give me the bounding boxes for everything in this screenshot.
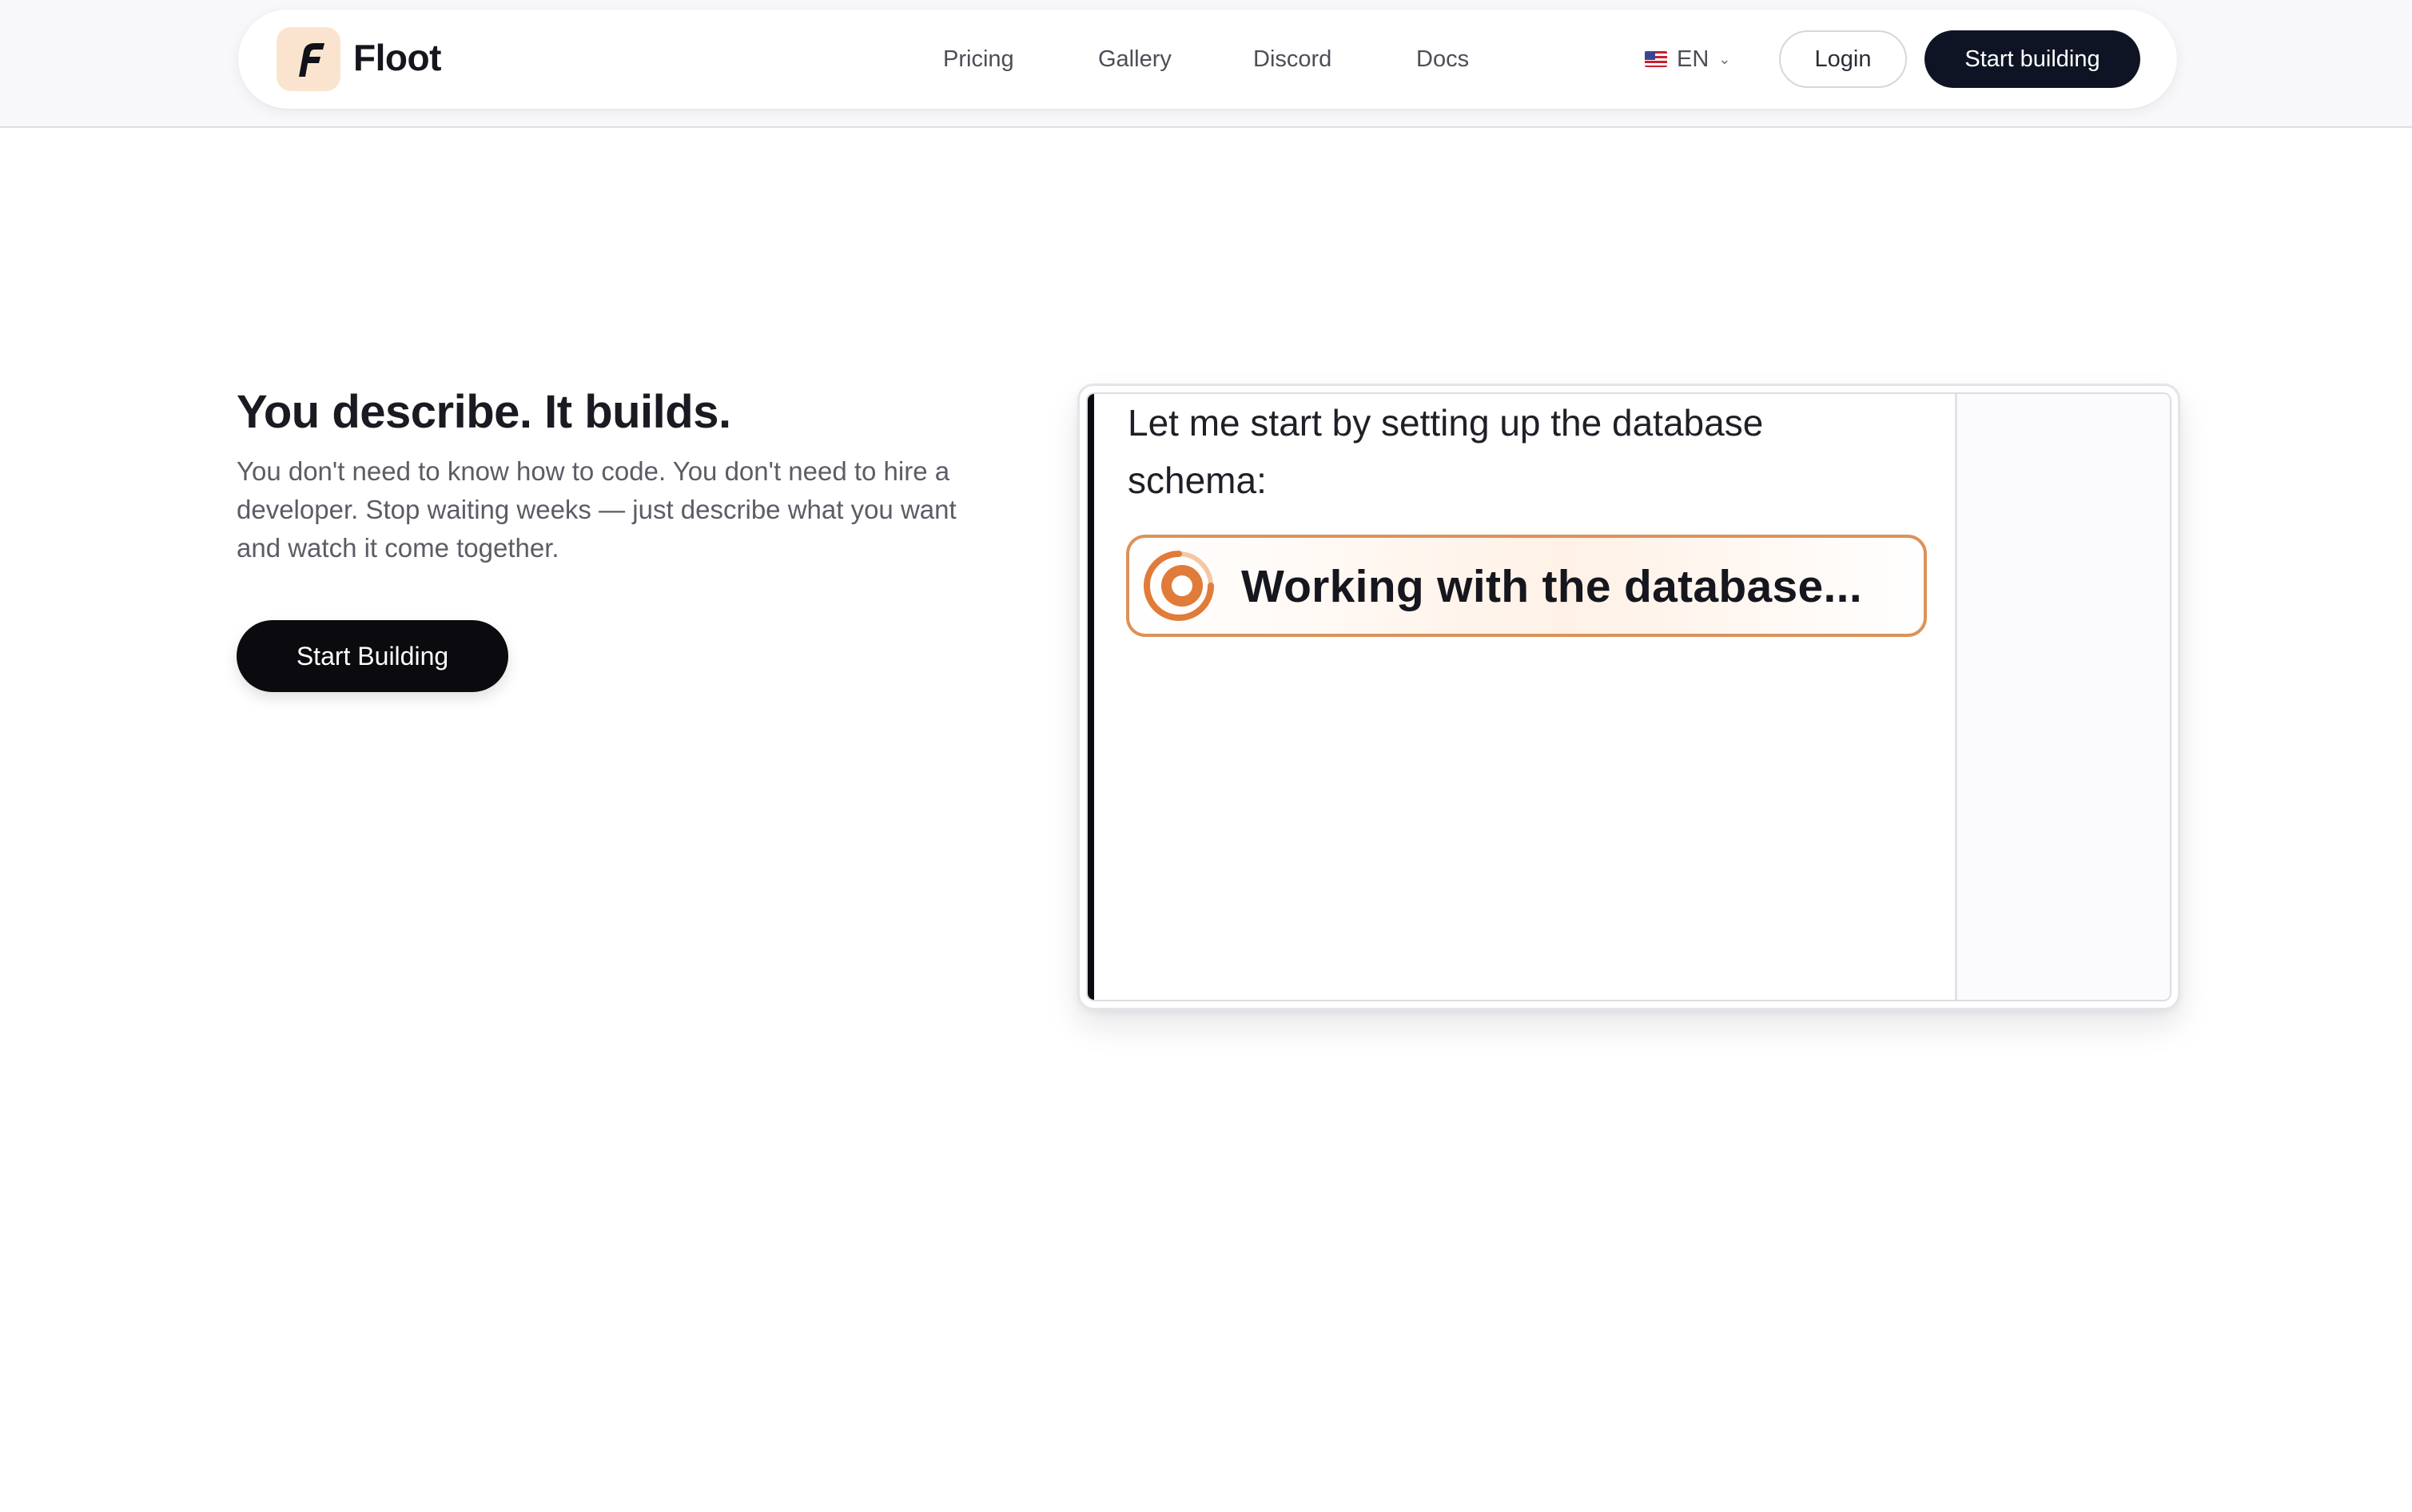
chevron-down-icon: ⌄: [1718, 50, 1731, 67]
start-building-hero-button[interactable]: Start Building: [237, 620, 508, 692]
language-label: EN: [1677, 46, 1709, 72]
demo-side-panel: [1955, 394, 2170, 1000]
header-band: Floot Pricing Gallery Discord Docs EN ⌄ …: [0, 0, 2412, 128]
demo-left-border: [1088, 394, 1094, 1000]
navbar: Floot Pricing Gallery Discord Docs EN ⌄ …: [238, 10, 2177, 109]
floot-logo-icon[interactable]: [277, 27, 340, 91]
status-text: Working with the database...: [1241, 561, 1862, 612]
login-button[interactable]: Login: [1779, 30, 1907, 88]
start-building-nav-button[interactable]: Start building: [1924, 30, 2140, 88]
nav-link-docs[interactable]: Docs: [1416, 42, 1469, 77]
hero-description: You don't need to know how to code. You …: [237, 456, 957, 563]
us-flag-icon: [1645, 51, 1667, 67]
nav-link-pricing[interactable]: Pricing: [943, 42, 1014, 77]
nav-link-discord[interactable]: Discord: [1253, 42, 1331, 77]
spinner-icon: [1144, 551, 1214, 621]
demo-chat-message: Let me start by setting up the database …: [1128, 402, 1764, 501]
status-indicator: Working with the database...: [1126, 535, 1927, 637]
nav-link-gallery[interactable]: Gallery: [1098, 42, 1172, 77]
demo-preview-frame: Let me start by setting up the database …: [1086, 392, 2171, 1001]
page: Floot Pricing Gallery Discord Docs EN ⌄ …: [0, 0, 2412, 1512]
demo-preview-card: Let me start by setting up the database …: [1077, 384, 2180, 1010]
brand-name[interactable]: Floot: [353, 34, 441, 82]
hero-title: You describe. It builds.: [237, 386, 731, 438]
language-selector[interactable]: EN ⌄: [1645, 40, 1730, 78]
